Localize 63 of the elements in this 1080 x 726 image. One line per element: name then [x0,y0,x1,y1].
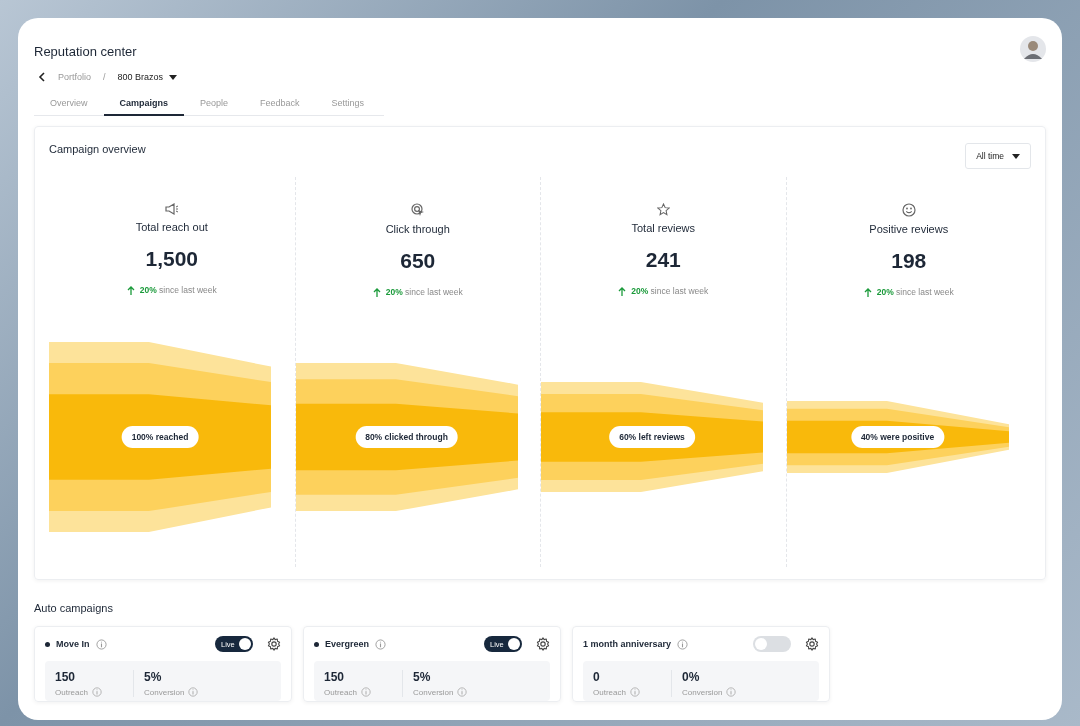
change-text: 20% since last week [876,287,954,297]
settings-icon[interactable] [805,637,819,651]
change-text: 20% since last week [139,285,217,295]
funnel-label: 100% reached [121,426,199,448]
stat-label: Total reviews [631,222,696,234]
info-icon[interactable] [457,687,468,697]
change-text: 20% since last week [385,287,463,297]
conversion-label: Conversion [413,687,454,697]
caret-icon [169,74,178,80]
period-dropdown[interactable]: All time [965,143,1031,169]
settings-icon[interactable] [536,637,550,651]
conversion-value: 5% [413,670,432,684]
info-icon[interactable] [629,687,640,697]
stat-label: Click through [385,223,450,235]
star-icon [656,203,670,216]
back-icon[interactable] [38,72,46,82]
live-toggle[interactable] [753,636,791,652]
conversion-label: Conversion [682,687,723,697]
outreach-value: 150 [324,670,346,684]
info-icon[interactable] [91,687,102,697]
settings-icon[interactable] [267,637,281,651]
info-icon[interactable] [188,687,199,697]
conversion-value: 5% [144,670,163,684]
stat-value: 1,500 [145,247,198,271]
section-title: Auto campaigns [34,602,114,614]
page-title: Reputation center [34,42,137,59]
caret-icon [1012,153,1020,159]
campaign-name: Evergreen [325,639,370,649]
card-title: Campaign overview [49,143,146,155]
outreach-value: 150 [55,670,77,684]
arrow-up-icon [126,285,135,295]
campaign-name: Move In [56,639,90,649]
campaign-name: 1 month anniversary [583,639,672,649]
avatar-icon[interactable] [1020,36,1046,62]
megaphone-icon [164,203,179,215]
outreach-label: Outreach [55,687,88,697]
info-icon[interactable] [726,687,737,697]
funnel-label: 60% left reviews [609,426,695,448]
arrow-up-icon [863,287,872,297]
cursor-icon [410,203,425,217]
info-icon[interactable] [360,687,371,697]
breadcrumb-separator: / [103,72,106,82]
stat-value: 198 [891,249,927,273]
stat-value: 241 [645,248,681,272]
outreach-label: Outreach [324,687,357,697]
property-dropdown[interactable]: 800 Brazos [117,72,178,82]
stat-label: Total reach out [135,221,208,233]
info-icon[interactable] [677,638,689,650]
arrow-up-icon [618,286,627,296]
stat-label: Positive reviews [869,223,949,235]
funnel-label: 40% were positive [850,426,945,448]
conversion-value: 0% [682,670,701,684]
change-text: 20% since last week [631,286,709,296]
tab[interactable]: Campaigns [103,98,185,116]
info-icon[interactable] [95,638,107,650]
outreach-value: 0 [593,670,601,684]
conversion-label: Conversion [144,687,185,697]
stat-value: 650 [400,249,436,273]
funnel-label: 80% clicked through [355,426,458,448]
info-icon[interactable] [375,638,387,650]
outreach-label: Outreach [593,687,626,697]
arrow-up-icon [372,287,381,297]
smiley-icon [901,203,916,217]
